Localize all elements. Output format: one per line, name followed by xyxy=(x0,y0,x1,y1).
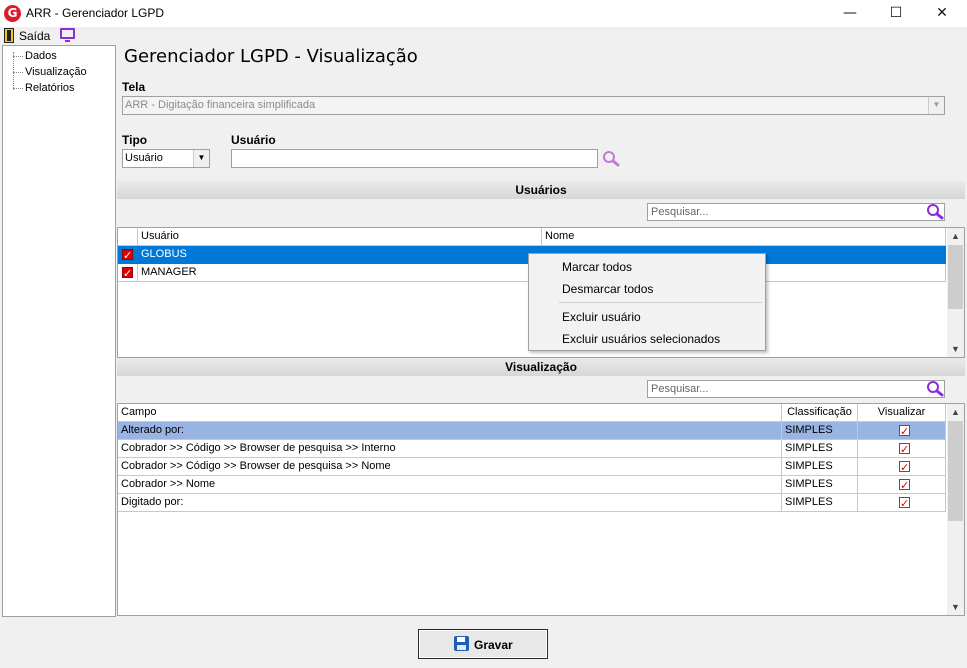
row-check-cell xyxy=(118,264,138,282)
visualizar-checkbox[interactable] xyxy=(899,477,910,494)
row-checkbox[interactable] xyxy=(122,247,133,264)
tree-item-dados[interactable]: Dados xyxy=(25,50,57,62)
tree-item-relatorios[interactable]: Relatórios xyxy=(25,82,75,94)
page-title: Gerenciador LGPD - Visualização xyxy=(124,46,418,67)
usuario-label: Usuário xyxy=(231,133,276,147)
row-check-cell xyxy=(118,246,138,264)
grid-header-check xyxy=(118,228,138,246)
chevron-down-icon[interactable]: ▼ xyxy=(193,150,209,167)
menu-separator xyxy=(559,302,762,303)
classificacao-cell: SIMPLES xyxy=(782,494,858,512)
monitor-icon[interactable] xyxy=(60,28,75,42)
visualizacao-scrollbar[interactable]: ▲ ▼ xyxy=(947,404,964,615)
usuario-input-wrap xyxy=(231,149,598,168)
tipo-label: Tipo xyxy=(122,133,148,147)
tree-connector xyxy=(13,88,23,89)
scrollbar-thumb[interactable] xyxy=(948,421,963,521)
usuarios-search-input[interactable] xyxy=(648,204,944,220)
chevron-up-icon[interactable]: ▲ xyxy=(947,228,964,244)
usuarios-search-wrap xyxy=(647,203,945,221)
usuario-cell: MANAGER xyxy=(138,264,542,282)
menu-item-excluir-usuario[interactable]: Excluir usuário xyxy=(562,310,641,324)
visualizar-checkbox[interactable] xyxy=(899,459,910,476)
tela-select-value: ARR - Digitação financeira simplificada xyxy=(125,99,316,111)
context-menu: Marcar todos Desmarcar todos Excluir usu… xyxy=(528,253,766,351)
classificacao-cell: SIMPLES xyxy=(782,476,858,494)
campo-cell: Cobrador >> Nome xyxy=(118,476,782,494)
search-icon[interactable] xyxy=(926,380,944,397)
visualizar-checkbox[interactable] xyxy=(899,441,910,458)
chevron-down-icon[interactable]: ▼ xyxy=(928,97,944,114)
grid-header-usuario[interactable]: Usuário xyxy=(138,228,542,246)
tela-select[interactable]: ARR - Digitação financeira simplificada … xyxy=(122,96,945,115)
save-button[interactable]: Gravar xyxy=(418,629,548,659)
exit-button[interactable]: Saída xyxy=(19,29,50,43)
tela-label: Tela xyxy=(122,80,146,94)
campo-cell: Alterado por: xyxy=(118,422,782,440)
menu-item-excluir-selecionados[interactable]: Excluir usuários selecionados xyxy=(562,332,720,346)
usuario-input[interactable] xyxy=(232,150,597,167)
navigation-tree: Dados Visualização Relatórios xyxy=(2,45,116,617)
grid-header-classificacao[interactable]: Classificação xyxy=(782,404,858,422)
visualizar-cell xyxy=(858,440,946,458)
campo-cell: Digitado por: xyxy=(118,494,782,512)
title-bar: G ARR - Gerenciador LGPD — ☐ ✕ xyxy=(0,0,967,27)
tipo-select-value: Usuário xyxy=(125,152,163,164)
table-row[interactable]: Cobrador >> Nome SIMPLES xyxy=(118,476,946,494)
toolbar: Saída xyxy=(0,27,967,45)
visualizar-checkbox[interactable] xyxy=(899,423,910,440)
search-icon[interactable] xyxy=(926,203,944,220)
table-row[interactable]: Cobrador >> Código >> Browser de pesquis… xyxy=(118,440,946,458)
tree-connector xyxy=(13,52,14,90)
search-icon[interactable] xyxy=(602,150,620,167)
visualizar-cell xyxy=(858,476,946,494)
floppy-disk-icon xyxy=(454,636,469,651)
classificacao-cell: SIMPLES xyxy=(782,422,858,440)
visualizar-checkbox[interactable] xyxy=(899,495,910,512)
chevron-down-icon[interactable]: ▼ xyxy=(947,599,964,615)
exit-door-icon[interactable] xyxy=(4,28,14,43)
app-logo-icon: G xyxy=(4,5,21,22)
maximize-button[interactable]: ☐ xyxy=(873,0,919,27)
classificacao-cell: SIMPLES xyxy=(782,458,858,476)
visualizacao-grid: Campo Classificação Visualizar Alterado … xyxy=(117,403,965,616)
scrollbar-thumb[interactable] xyxy=(948,245,963,309)
tree-connector xyxy=(13,56,23,57)
usuario-cell: GLOBUS xyxy=(138,246,542,264)
table-row[interactable]: Alterado por: SIMPLES xyxy=(118,422,946,440)
menu-item-marcar-todos[interactable]: Marcar todos xyxy=(562,260,632,274)
grid-header-nome[interactable]: Nome xyxy=(542,228,946,246)
chevron-up-icon[interactable]: ▲ xyxy=(947,404,964,420)
grid-header-campo[interactable]: Campo xyxy=(118,404,782,422)
row-checkbox[interactable] xyxy=(122,265,133,282)
visualizacao-search-input[interactable] xyxy=(648,381,944,397)
tree-connector xyxy=(13,72,23,73)
usuarios-section-header: Usuários xyxy=(117,181,965,199)
usuarios-scrollbar[interactable]: ▲ ▼ xyxy=(947,228,964,357)
visualizar-cell xyxy=(858,422,946,440)
campo-cell: Cobrador >> Código >> Browser de pesquis… xyxy=(118,440,782,458)
table-row[interactable]: Cobrador >> Código >> Browser de pesquis… xyxy=(118,458,946,476)
campo-cell: Cobrador >> Código >> Browser de pesquis… xyxy=(118,458,782,476)
visualizar-cell xyxy=(858,494,946,512)
menu-item-desmarcar-todos[interactable]: Desmarcar todos xyxy=(562,282,653,296)
visualizar-cell xyxy=(858,458,946,476)
grid-header-visualizar[interactable]: Visualizar xyxy=(858,404,946,422)
classificacao-cell: SIMPLES xyxy=(782,440,858,458)
table-row[interactable]: Digitado por: SIMPLES xyxy=(118,494,946,512)
save-button-label: Gravar xyxy=(474,638,513,652)
tree-item-visualizacao[interactable]: Visualização xyxy=(25,66,87,78)
visualizacao-section-header: Visualização xyxy=(117,358,965,376)
window-title: ARR - Gerenciador LGPD xyxy=(26,6,165,20)
minimize-button[interactable]: — xyxy=(827,0,873,27)
chevron-down-icon[interactable]: ▼ xyxy=(947,341,964,357)
close-button[interactable]: ✕ xyxy=(919,0,965,27)
tipo-select[interactable]: Usuário ▼ xyxy=(122,149,210,168)
visualizacao-search-wrap xyxy=(647,380,945,398)
